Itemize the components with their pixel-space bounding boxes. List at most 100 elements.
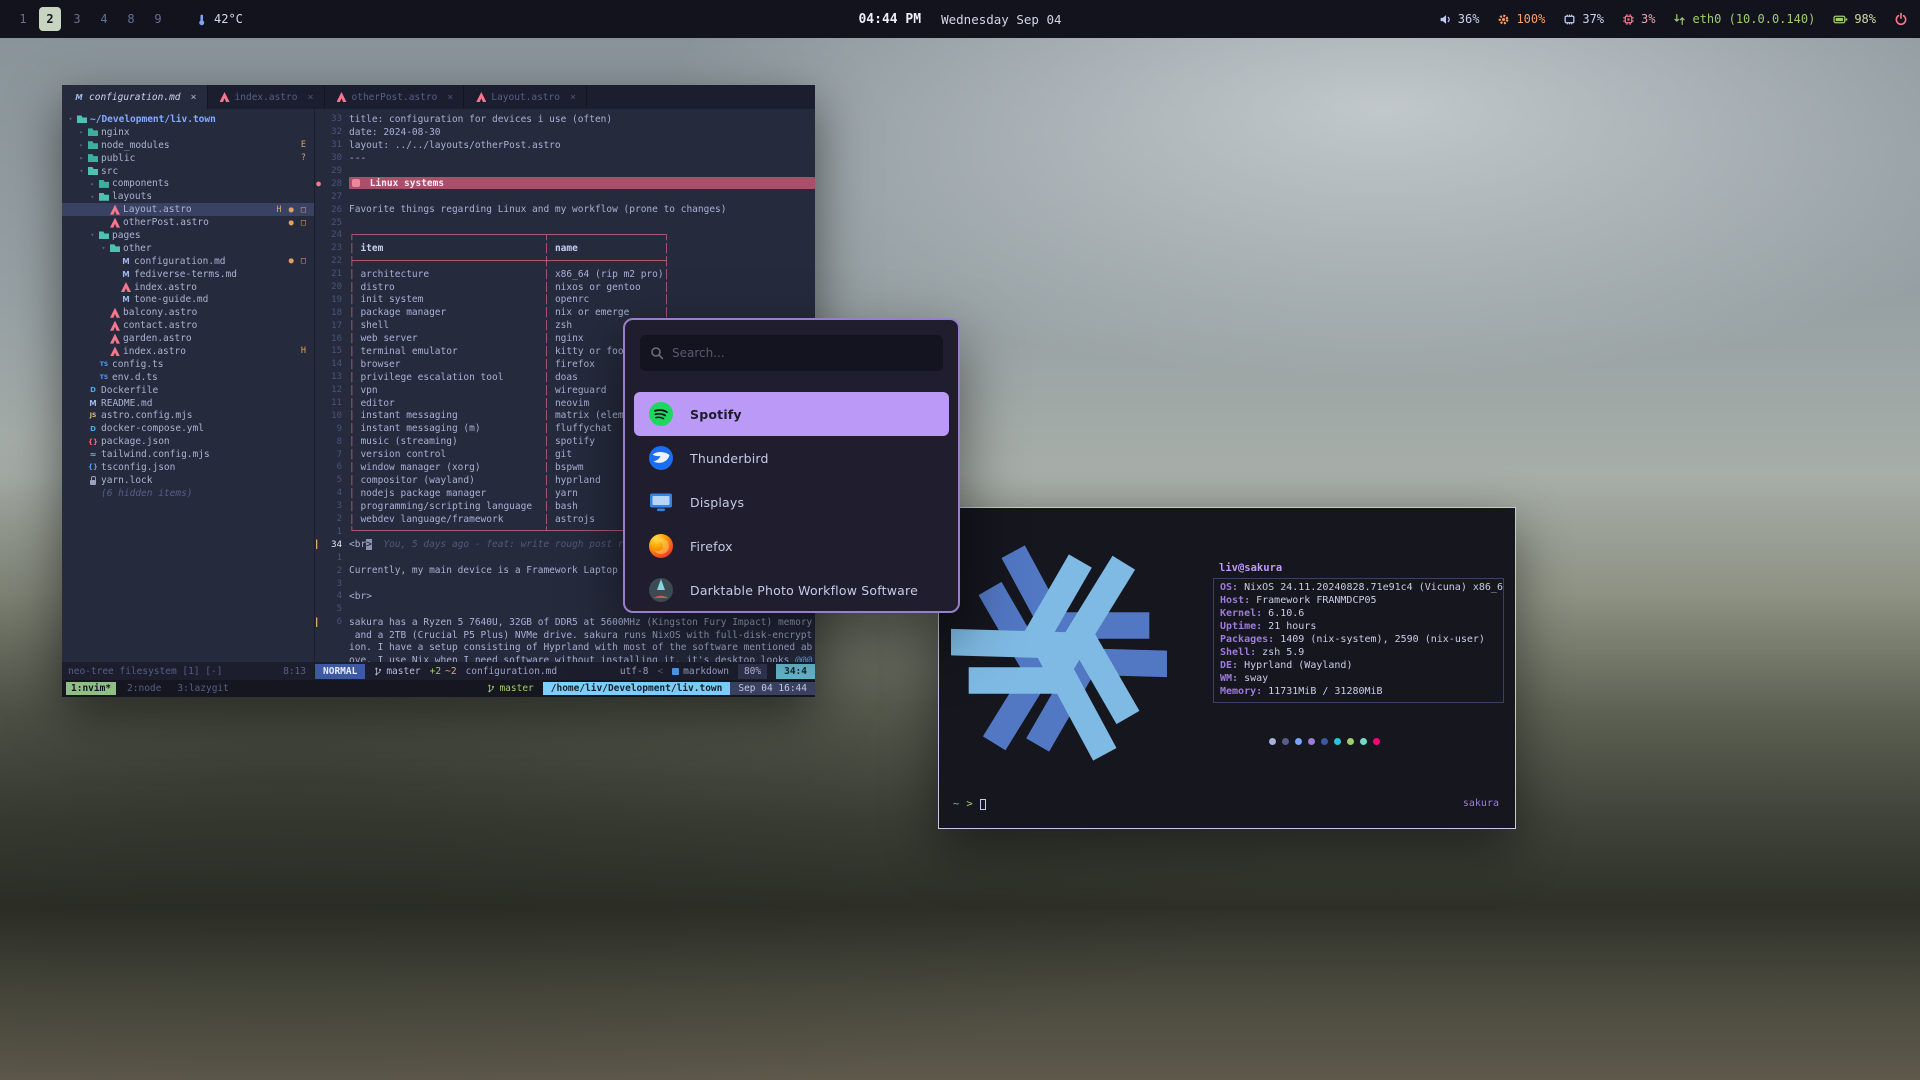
buffer-line[interactable]: 27 [315,190,815,203]
search-input[interactable] [672,346,933,360]
buffer-line[interactable]: ove. I use Nix when I need software with… [315,654,815,662]
temperature-module[interactable]: 42°C [195,12,243,26]
tab-configuration-md[interactable]: configuration.md [62,85,208,109]
workspace-2-active[interactable]: 2 [39,7,61,31]
workspace-8[interactable]: 8 [120,7,142,31]
tree-item-astro-config-mjs[interactable]: astro.config.mjs [62,409,314,422]
tree-item-tone-guide-md[interactable]: tone-guide.md [62,293,314,306]
tree-item-index-astro[interactable]: index.astroH [62,345,314,358]
tab-index-astro[interactable]: index.astro [208,85,325,109]
buffer-line[interactable]: 25 [315,216,815,229]
tree-item-pages[interactable]: ▾pages [62,229,314,242]
mode-indicator: NORMAL [315,664,365,679]
cpu-module[interactable]: 3% [1622,12,1655,26]
workspace-1[interactable]: 1 [12,7,34,31]
buffer-line[interactable]: 26Favorite things regarding Linux and my… [315,203,815,216]
workspace-9[interactable]: 9 [147,7,169,31]
buffer-line[interactable]: 24┌─────────────────────────────────┬───… [315,229,815,242]
tree-item-label: (6 hidden items) [101,488,193,499]
buffer-line[interactable]: 21│ architecture │ x86_64 (rip m2 pro)│ [315,268,815,281]
buffer-line[interactable]: 29 [315,165,815,178]
tree-item-components[interactable]: ▸components [62,177,314,190]
brightness-module[interactable]: 100% [1497,12,1545,26]
launcher-search[interactable] [640,335,943,371]
tree-item-dockerfile[interactable]: Dockerfile [62,384,314,397]
buffer-line[interactable]: and a 2TB (Crucial P5 Plus) NVMe drive. … [315,629,815,642]
tree-item-yarn-lock[interactable]: yarn.lock [62,474,314,487]
palette-dot [1347,738,1354,745]
buffer-line[interactable]: 22├─────────────────────────────────┼───… [315,255,815,268]
tmux-window-1-nvim[interactable]: 1:nvim* [66,682,116,695]
launcher-item-displays[interactable]: Displays [634,480,949,524]
line-number: 33 [322,114,342,124]
tree-item-config-ts[interactable]: config.ts [62,358,314,371]
buffer-line[interactable]: 33title: configuration for devices i use… [315,113,815,126]
tree-item-garden-astro[interactable]: garden.astro [62,332,314,345]
line-number: 6 [322,462,342,472]
tree-item-index-astro[interactable]: index.astro [62,281,314,294]
memory-module[interactable]: 37% [1563,12,1604,26]
tree-item-configuration-md[interactable]: configuration.md● □ [62,255,314,268]
file-tree[interactable]: ▾~/Development/liv.town▸nginx▸node_modul… [62,109,315,662]
tree-item-env-d-ts[interactable]: env.d.ts [62,371,314,384]
launcher-item-firefox[interactable]: Firefox [634,524,949,568]
workspace-4[interactable]: 4 [93,7,115,31]
launcher-item-spotify[interactable]: Spotify [634,392,949,436]
line-number: 27 [322,192,342,202]
lines-modified: ~2 [445,666,456,677]
power-icon [1894,12,1908,26]
tree-item-nginx[interactable]: ▸nginx [62,126,314,139]
tree-item-public[interactable]: ▸public? [62,152,314,165]
git-change-sign: ▎ [315,540,322,549]
buffer-line[interactable]: 20│ distro │ nixos or gentoo │ [315,281,815,294]
network-module[interactable]: eth0 (10.0.0.140) [1673,12,1815,26]
tmux-window-3-lazygit[interactable]: 3:lazygit [172,682,233,695]
tree-item-6-hidden-items[interactable]: (6 hidden items) [62,487,314,500]
buffer-line[interactable]: ion. I have a setup consisting of Hyprla… [315,642,815,655]
launcher-item-thunderbird[interactable]: Thunderbird [634,436,949,480]
tree-item-layout-astro[interactable]: Layout.astroH ● □ [62,203,314,216]
tree-item-layouts[interactable]: ▾layouts [62,190,314,203]
launcher-item-darktable[interactable]: Darktable Photo Workflow Software [634,568,949,612]
fetch-info-os: OS: NixOS 24.11.20240828.71e91c4 (Vicuna… [1220,582,1503,595]
volume-module[interactable]: 36% [1439,12,1480,26]
close-icon[interactable] [447,92,453,103]
buffer-text: ┌─────────────────────────────────┬─────… [349,230,815,241]
close-icon[interactable] [307,92,313,103]
tree-item-tsconfig-json[interactable]: tsconfig.json [62,461,314,474]
shell-prompt[interactable]: ~ > [953,798,986,810]
close-icon[interactable] [191,92,197,103]
buffer-line[interactable]: ●28 Linux systems [315,177,815,190]
tab-layout-astro[interactable]: Layout.astro [464,85,587,109]
close-icon[interactable] [570,92,576,103]
buffer-line[interactable]: 31layout: ../../layouts/otherPost.astro [315,139,815,152]
buffer-line[interactable]: ▎6sakura has a Ryzen 5 7640U, 32GB of DD… [315,616,815,629]
terminal-fetch-window[interactable]: liv@sakura OS: NixOS 24.11.20240828.71e9… [938,507,1516,829]
tree-item-contact-astro[interactable]: contact.astro [62,319,314,332]
buffer-line[interactable]: 32date: 2024-08-30 [315,126,815,139]
tree-item-tailwind-config-mjs[interactable]: tailwind.config.mjs [62,448,314,461]
markdown-heading: Linux systems [349,177,815,189]
buffer-line[interactable]: 19│ init system │ openrc │ [315,293,815,306]
power-button[interactable] [1894,12,1908,26]
tree-item-fediverse-terms-md[interactable]: fediverse-terms.md [62,268,314,281]
buffer-line[interactable]: 30--- [315,152,815,165]
battery-module[interactable]: 98% [1833,12,1876,26]
tree-item-readme-md[interactable]: README.md [62,397,314,410]
workspace-3[interactable]: 3 [66,7,88,31]
tree-item-package-json[interactable]: package.json [62,435,314,448]
buffer-line[interactable]: 23│ item │ name │ [315,242,815,255]
chevron-down-icon: ▾ [99,244,108,252]
buffer-text: ove. I use Nix when I need software with… [349,655,815,662]
tree-item-otherpost-astro[interactable]: otherPost.astro● □ [62,216,314,229]
tmux-window-2-node[interactable]: 2:node [122,682,166,695]
tree-item-development-liv-town[interactable]: ▾~/Development/liv.town [62,113,314,126]
tree-item-docker-compose-yml[interactable]: docker-compose.yml [62,422,314,435]
tree-item-node-modules[interactable]: ▸node_modulesE [62,139,314,152]
tab-otherpost-astro[interactable]: otherPost.astro [325,85,465,109]
tree-item-balcony-astro[interactable]: balcony.astro [62,306,314,319]
tree-item-src[interactable]: ▾src [62,165,314,178]
launcher-item-label: Firefox [690,539,733,554]
javascript-icon [88,411,98,421]
tree-item-other[interactable]: ▾other [62,242,314,255]
